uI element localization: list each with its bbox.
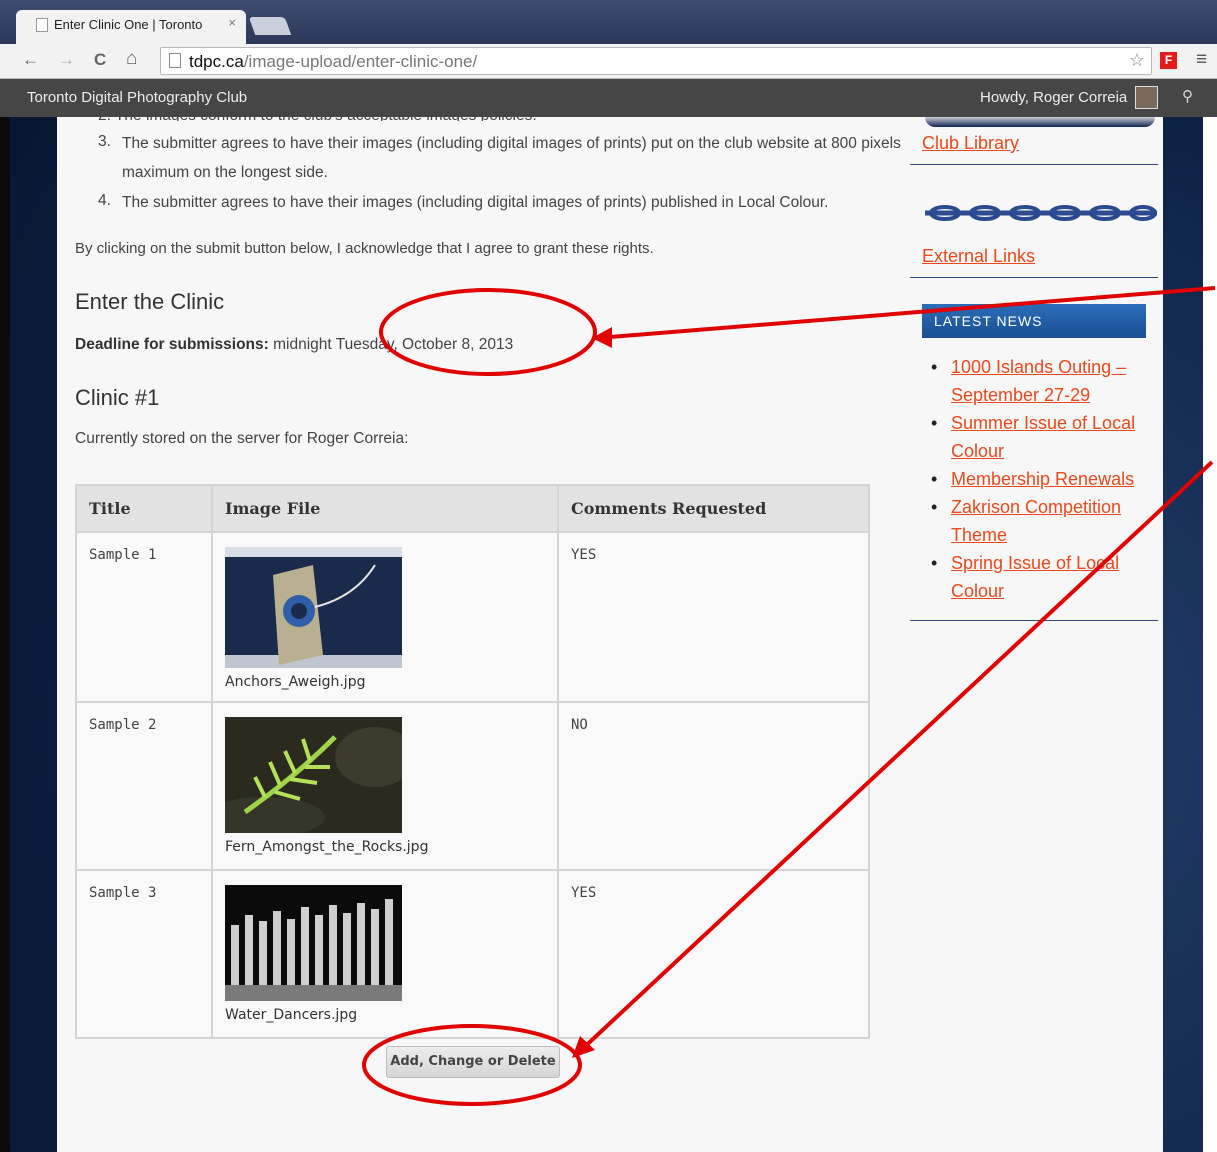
window-edge	[0, 117, 10, 1152]
row-title: Sample 2	[75, 701, 213, 871]
page-favicon-icon	[36, 18, 48, 32]
browser-toolbar: ← → C ⌂ tdpc.ca/image-upload/enter-clini…	[0, 44, 1217, 79]
sidebar-link-club-library[interactable]: Club Library	[922, 133, 1019, 154]
tab-title: Enter Clinic One | Toronto	[54, 17, 203, 32]
add-change-delete-button[interactable]: Add, Change or Delete	[386, 1046, 560, 1078]
news-item[interactable]: Membership Renewals	[931, 465, 1151, 493]
divider	[910, 277, 1158, 278]
deadline-value: midnight Tuesday, October 8, 2013	[268, 336, 514, 353]
close-tab-icon[interactable]: ×	[228, 15, 236, 30]
file-name: Fern_Amongst_the_Rocks.jpg	[225, 839, 429, 855]
bookmark-star-icon[interactable]: ☆	[1129, 50, 1145, 71]
deadline-line: Deadline for submissions: midnight Tuesd…	[75, 336, 513, 354]
news-item[interactable]: Zakrison Competition Theme	[931, 493, 1151, 549]
news-list: 1000 Islands Outing – September 27-29 Su…	[931, 353, 1151, 605]
policy-number-4: 4.	[98, 192, 111, 209]
library-banner-image	[925, 117, 1155, 127]
news-item[interactable]: Spring Issue of Local Colour	[931, 549, 1151, 605]
main-content: 2. The images conform to the club's acce…	[57, 107, 905, 1152]
browser-menu-icon[interactable]: ≡	[1196, 49, 1207, 71]
clinic-heading: Clinic #1	[75, 385, 160, 410]
table-row: Sample 2 Fern_Amongst_the_Rocks.jpg NO	[75, 701, 870, 871]
row-comments: YES	[557, 869, 870, 1039]
latest-news-header: LATEST NEWS	[922, 304, 1146, 338]
row-comments: NO	[557, 701, 870, 871]
submissions-table: Title Image File Comments Requested Samp…	[75, 484, 870, 1039]
home-icon[interactable]: ⌂	[126, 48, 137, 70]
row-image-cell: Fern_Amongst_the_Rocks.jpg	[211, 701, 559, 871]
site-name-link[interactable]: Toronto Digital Photography Club	[27, 89, 247, 106]
browser-tab[interactable]: Enter Clinic One | Toronto ×	[16, 10, 246, 44]
sidebar-link-external-links[interactable]: External Links	[922, 246, 1035, 267]
address-bar[interactable]: tdpc.ca/image-upload/enter-clinic-one/ ☆	[160, 47, 1152, 75]
back-arrow-icon[interactable]: ←	[22, 50, 39, 70]
anchor-thumbnail[interactable]	[225, 547, 402, 668]
browser-tab-bar: Enter Clinic One | Toronto ×	[0, 0, 1217, 44]
url-text[interactable]: tdpc.ca/image-upload/enter-clinic-one/	[189, 52, 477, 72]
avatar[interactable]	[1135, 86, 1158, 109]
row-title: Sample 1	[75, 531, 213, 703]
scrollbar-strip[interactable]	[1203, 117, 1217, 1152]
new-tab-button[interactable]	[248, 17, 292, 35]
news-item[interactable]: 1000 Islands Outing – September 27-29	[931, 353, 1151, 409]
column-header-image-file: Image File	[211, 484, 559, 533]
stored-text: Currently stored on the server for Roger…	[75, 430, 409, 447]
flipboard-extension-icon[interactable]: F	[1160, 52, 1177, 69]
sidebar: Club Library External Links LATEST NEWS …	[905, 117, 1163, 1152]
acknowledgement-text: By clicking on the submit button below, …	[75, 240, 654, 257]
policy-item-3: The submitter agrees to have their image…	[122, 135, 901, 181]
chain-link-icon	[925, 205, 1157, 221]
column-header-comments: Comments Requested	[557, 484, 870, 533]
policy-number-3: 3.	[98, 133, 111, 150]
divider	[910, 164, 1158, 165]
policy-item-4: The submitter agrees to have their image…	[122, 194, 829, 211]
file-name: Anchors_Aweigh.jpg	[225, 674, 366, 690]
row-title: Sample 3	[75, 869, 213, 1039]
table-row: Sample 3 Water_Dancers.jpg YES	[75, 869, 870, 1039]
row-image-cell: Anchors_Aweigh.jpg	[211, 531, 559, 703]
row-comments: YES	[557, 531, 870, 703]
water-dancers-thumbnail[interactable]	[225, 885, 402, 1001]
forward-arrow-icon[interactable]: →	[58, 50, 75, 70]
table-row: Sample 1 Anchors_Aweigh.jpg YES	[75, 531, 870, 703]
user-greeting[interactable]: Howdy, Roger Correia	[980, 89, 1127, 106]
search-icon[interactable]: ⚲	[1182, 87, 1193, 105]
file-name: Water_Dancers.jpg	[225, 1007, 358, 1023]
row-image-cell: Water_Dancers.jpg	[211, 869, 559, 1039]
fern-thumbnail[interactable]	[225, 717, 402, 833]
news-item[interactable]: Summer Issue of Local Colour	[931, 409, 1151, 465]
deadline-label: Deadline for submissions:	[75, 336, 269, 353]
column-header-title: Title	[75, 484, 213, 533]
page-icon	[169, 53, 181, 68]
enter-clinic-heading: Enter the Clinic	[75, 289, 225, 314]
reload-icon[interactable]: C	[94, 50, 106, 70]
divider	[910, 620, 1158, 621]
policy-item-2: 2. The images conform to the club's acce…	[98, 107, 537, 121]
